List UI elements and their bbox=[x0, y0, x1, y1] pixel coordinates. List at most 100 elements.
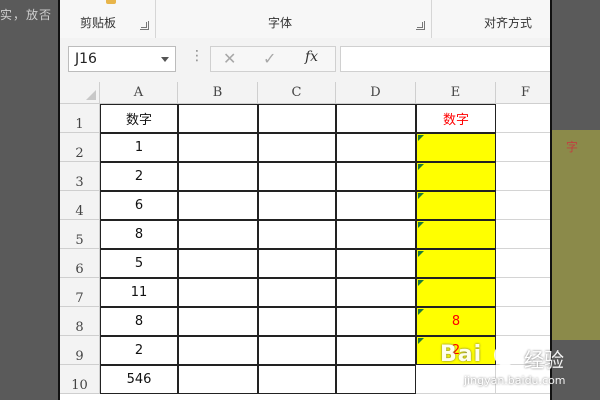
cell-b9[interactable] bbox=[178, 336, 258, 365]
cell-c4[interactable] bbox=[258, 191, 336, 220]
row-header-6[interactable]: 6 bbox=[60, 249, 100, 278]
background-text: 实，放否 bbox=[0, 8, 53, 22]
select-all-corner[interactable] bbox=[60, 82, 100, 104]
cell-b8[interactable] bbox=[178, 307, 258, 336]
ribbon-group-clipboard: 剪贴板 bbox=[60, 0, 156, 38]
column-header-a[interactable]: A bbox=[100, 82, 178, 104]
clipboard-launcher-icon[interactable] bbox=[140, 21, 149, 30]
cell-f8[interactable] bbox=[496, 307, 550, 336]
cell-a2[interactable]: 1 bbox=[100, 133, 178, 162]
watermark-text: 经验 bbox=[524, 348, 564, 372]
cell-c9[interactable] bbox=[258, 336, 336, 365]
cell-c2[interactable] bbox=[258, 133, 336, 162]
column-header-d[interactable]: D bbox=[336, 82, 416, 104]
cell-d7[interactable] bbox=[336, 278, 416, 307]
formula-bar: J16 ⋮ ✕ ✓ fx bbox=[60, 38, 550, 83]
cell-c1[interactable] bbox=[258, 104, 336, 133]
cell-c3[interactable] bbox=[258, 162, 336, 191]
row-header-1[interactable]: 1 bbox=[60, 104, 100, 133]
watermark-logo: Bai bbox=[440, 342, 483, 367]
cell-c5[interactable] bbox=[258, 220, 336, 249]
cell-a6[interactable]: 5 bbox=[100, 249, 178, 278]
chevron-down-icon[interactable] bbox=[161, 57, 169, 62]
cell-a5[interactable]: 8 bbox=[100, 220, 178, 249]
error-indicator-icon bbox=[418, 251, 424, 257]
paw-icon bbox=[494, 344, 516, 366]
enter-icon[interactable]: ✓ bbox=[263, 49, 276, 68]
cell-f4[interactable] bbox=[496, 191, 550, 220]
cell-c10[interactable] bbox=[258, 365, 336, 394]
row-header-3[interactable]: 3 bbox=[60, 162, 100, 191]
cell-f5[interactable] bbox=[496, 220, 550, 249]
error-indicator-icon bbox=[418, 164, 424, 170]
cell-a4[interactable]: 6 bbox=[100, 191, 178, 220]
column-header-b[interactable]: B bbox=[178, 82, 258, 104]
cell-d3[interactable] bbox=[336, 162, 416, 191]
cell-a10[interactable]: 546 bbox=[100, 365, 178, 394]
cell-e6[interactable] bbox=[416, 249, 496, 278]
error-indicator-icon bbox=[418, 338, 424, 344]
cell-c7[interactable] bbox=[258, 278, 336, 307]
cell-f6[interactable] bbox=[496, 249, 550, 278]
cell-b10[interactable] bbox=[178, 365, 258, 394]
cell-d6[interactable] bbox=[336, 249, 416, 278]
background-column-strip bbox=[552, 130, 600, 340]
ribbon-group-alignment: 对齐方式 bbox=[432, 0, 550, 38]
cell-b5[interactable] bbox=[178, 220, 258, 249]
cell-d2[interactable] bbox=[336, 133, 416, 162]
cell-d9[interactable] bbox=[336, 336, 416, 365]
cell-b7[interactable] bbox=[178, 278, 258, 307]
cell-d5[interactable] bbox=[336, 220, 416, 249]
row-header-10[interactable]: 10 bbox=[60, 365, 100, 394]
cell-b1[interactable] bbox=[178, 104, 258, 133]
cell-f1[interactable] bbox=[496, 104, 550, 133]
cell-e7[interactable] bbox=[416, 278, 496, 307]
cell-e2[interactable] bbox=[416, 133, 496, 162]
insert-function-icon[interactable]: fx bbox=[305, 49, 318, 65]
cell-b2[interactable] bbox=[178, 133, 258, 162]
cell-a3[interactable]: 2 bbox=[100, 162, 178, 191]
cell-d10[interactable] bbox=[336, 365, 416, 394]
ribbon-group-label: 对齐方式 bbox=[484, 16, 533, 30]
row-header-9[interactable]: 9 bbox=[60, 336, 100, 365]
ribbon-group-label: 剪贴板 bbox=[80, 16, 117, 30]
cell-d4[interactable] bbox=[336, 191, 416, 220]
cell-f2[interactable] bbox=[496, 133, 550, 162]
row-header-5[interactable]: 5 bbox=[60, 220, 100, 249]
cell-d8[interactable] bbox=[336, 307, 416, 336]
cell-a9[interactable]: 2 bbox=[100, 336, 178, 365]
ribbon-group-label: 字体 bbox=[268, 16, 293, 30]
cell-b3[interactable] bbox=[178, 162, 258, 191]
ribbon-group-font: 字体 bbox=[156, 0, 432, 38]
formula-input[interactable] bbox=[340, 46, 550, 72]
cell-c6[interactable] bbox=[258, 249, 336, 278]
cell-f7[interactable] bbox=[496, 278, 550, 307]
row-header-4[interactable]: 4 bbox=[60, 191, 100, 220]
row-header-2[interactable]: 2 bbox=[60, 133, 100, 162]
cell-d1[interactable] bbox=[336, 104, 416, 133]
cell-b4[interactable] bbox=[178, 191, 258, 220]
cell-a7[interactable]: 11 bbox=[100, 278, 178, 307]
row-header-8[interactable]: 8 bbox=[60, 307, 100, 336]
cell-e5[interactable] bbox=[416, 220, 496, 249]
cancel-icon[interactable]: ✕ bbox=[223, 49, 236, 68]
cell-e1[interactable]: 数字 bbox=[416, 104, 496, 133]
name-box[interactable]: J16 bbox=[68, 46, 176, 72]
cell-e3[interactable] bbox=[416, 162, 496, 191]
row-header-7[interactable]: 7 bbox=[60, 278, 100, 307]
cell-e4[interactable] bbox=[416, 191, 496, 220]
cell-f3[interactable] bbox=[496, 162, 550, 191]
error-indicator-icon bbox=[418, 193, 424, 199]
formula-buttons: ✕ ✓ fx bbox=[210, 46, 336, 72]
paste-icon[interactable] bbox=[106, 0, 116, 4]
column-header-c[interactable]: C bbox=[258, 82, 336, 104]
column-header-e[interactable]: E bbox=[416, 82, 496, 104]
font-launcher-icon[interactable] bbox=[416, 21, 425, 30]
cell-a1[interactable]: 数字 bbox=[100, 104, 178, 133]
column-header-f[interactable]: F bbox=[496, 82, 550, 104]
error-indicator-icon bbox=[418, 222, 424, 228]
cell-e8[interactable]: 8 bbox=[416, 307, 496, 336]
cell-a8[interactable]: 8 bbox=[100, 307, 178, 336]
cell-b6[interactable] bbox=[178, 249, 258, 278]
cell-c8[interactable] bbox=[258, 307, 336, 336]
